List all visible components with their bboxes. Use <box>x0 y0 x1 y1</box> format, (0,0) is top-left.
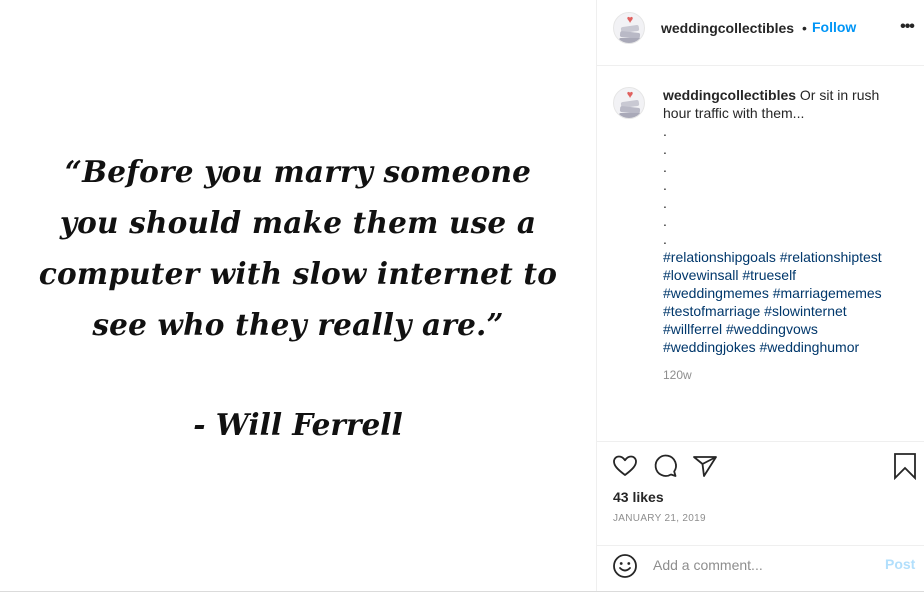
comment-bar: Post <box>597 545 924 591</box>
hashtag-link[interactable]: #relationshipgoals <box>663 249 776 265</box>
hashtag-link[interactable]: #willferrel <box>663 321 722 337</box>
comment-button[interactable] <box>651 452 679 480</box>
post-date[interactable]: JANUARY 21, 2019 <box>613 513 706 525</box>
comment-icon <box>654 454 677 477</box>
separator-dot: • <box>802 20 807 36</box>
hashtag-link[interactable]: #marriagememes <box>773 285 882 301</box>
likes-count[interactable]: 43 likes <box>613 488 664 506</box>
post-actions: 43 likes JANUARY 21, 2019 <box>597 441 924 545</box>
bookmark-icon <box>894 453 916 481</box>
emoji-button[interactable] <box>611 552 639 580</box>
post-comment-button[interactable]: Post <box>885 555 915 573</box>
caption: weddingcollectibles Or sit in rush hour … <box>663 86 907 382</box>
hashtag-link[interactable]: #slowinternet <box>764 303 847 319</box>
hashtag-link[interactable]: #weddinghumor <box>760 339 860 355</box>
comment-input[interactable] <box>653 554 863 576</box>
quote-line: “Before you marry someone <box>64 154 532 189</box>
hashtag-link[interactable]: #relationshiptest <box>780 249 882 265</box>
avatar[interactable]: ♥ <box>613 12 645 44</box>
save-button[interactable] <box>891 452 919 481</box>
heart-decoration-icon: ♥ <box>626 14 634 26</box>
follow-button[interactable]: Follow <box>812 18 856 36</box>
quote-line: computer with slow internet to <box>38 256 558 291</box>
share-icon <box>693 456 717 477</box>
hashtag-link[interactable]: #weddingjokes <box>663 339 756 355</box>
caption-avatar[interactable]: ♥ <box>613 87 645 119</box>
share-button[interactable] <box>691 452 719 480</box>
caption-area: ♥ weddingcollectibles Or sit in rush hou… <box>597 66 924 441</box>
time-ago[interactable]: 120w <box>663 368 907 382</box>
emoji-icon <box>613 554 637 578</box>
hashtags: #relationshipgoals #relationshiptest #lo… <box>663 248 907 356</box>
caption-username-link[interactable]: weddingcollectibles <box>663 87 796 103</box>
post-details-panel: ♥ weddingcollectibles • Follow ••• ♥ wed… <box>596 0 924 591</box>
post-image[interactable]: “Before you marry someone you should mak… <box>0 0 596 591</box>
heart-icon <box>613 455 637 476</box>
more-options-icon[interactable]: ••• <box>897 18 917 38</box>
hashtag-link[interactable]: #weddingmemes <box>663 285 769 301</box>
heart-decoration-icon: ♥ <box>626 89 634 101</box>
caption-dots: . . . . . . . <box>663 123 667 247</box>
hashtag-link[interactable]: #trueself <box>742 267 796 283</box>
header-username-link[interactable]: weddingcollectibles <box>661 19 794 37</box>
hashtag-link[interactable]: #weddingvows <box>726 321 818 337</box>
quote-attribution: - Will Ferrell <box>193 407 403 442</box>
like-button[interactable] <box>611 452 639 480</box>
hashtag-link[interactable]: #lovewinsall <box>663 267 738 283</box>
quote-text: “Before you marry someone you should mak… <box>20 146 576 350</box>
quote-line: see who they really are.” <box>92 307 504 342</box>
post-header: ♥ weddingcollectibles • Follow ••• <box>597 0 924 66</box>
hashtag-link[interactable]: #testofmarriage <box>663 303 760 319</box>
quote-line: you should make them use a <box>59 205 537 240</box>
